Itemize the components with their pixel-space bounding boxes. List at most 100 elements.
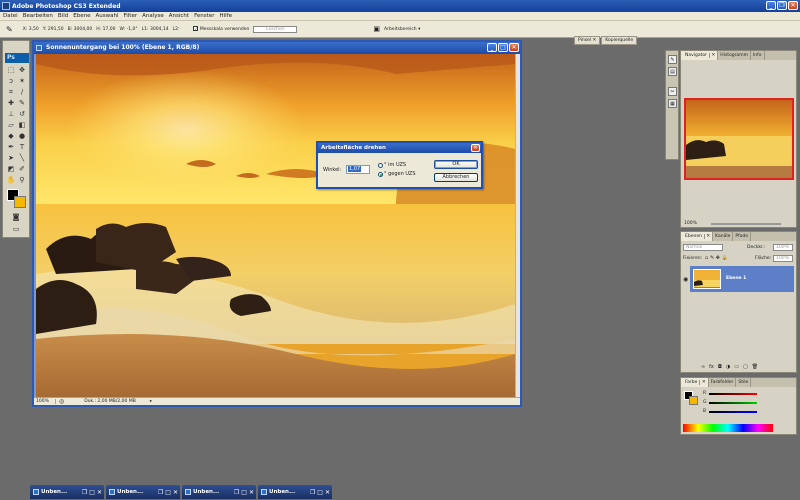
tab-clone-source[interactable]: Kopierquelle (601, 36, 638, 45)
history-brush-icon[interactable]: ↺ (17, 110, 27, 119)
brush-tool-icon[interactable]: ✎ (17, 99, 27, 108)
tab-brush[interactable]: Pinsel ✕ (574, 36, 601, 45)
close-icon[interactable]: ✕ (249, 489, 254, 496)
restore-icon[interactable]: ❐ (158, 489, 163, 496)
close-icon[interactable]: ✕ (788, 1, 798, 10)
tab-info[interactable]: Info (751, 51, 765, 60)
maximize-icon[interactable]: □ (317, 489, 323, 496)
tab-channels[interactable]: Kanäle (713, 232, 734, 241)
eyedropper-tool-icon[interactable]: ∕ (17, 88, 27, 97)
hand-tool-icon[interactable]: ✋ (6, 176, 16, 185)
ok-button[interactable]: OK (434, 160, 478, 169)
menu-filter[interactable]: Filter (123, 13, 137, 19)
counterclockwise-radio[interactable]: ° gegen UZS (378, 171, 416, 177)
brush-panel-icon[interactable]: ✎ (668, 55, 677, 64)
doc-close-icon[interactable]: ✕ (509, 43, 519, 52)
navigator-thumbnail[interactable] (684, 98, 794, 180)
line-tool-icon[interactable]: ╲ (17, 154, 27, 163)
navigator-zoom[interactable]: 100% (684, 221, 697, 226)
clockwise-radio[interactable]: ° im UZS (378, 162, 406, 168)
workspace-button[interactable]: Arbeitsbereich ▾ (384, 27, 420, 32)
background-color-swatch[interactable] (14, 196, 26, 208)
link-layers-icon[interactable]: ∞ (701, 364, 705, 370)
restore-icon[interactable]: ❐ (777, 1, 787, 10)
opacity-input[interactable]: 100% (773, 244, 793, 251)
angle-input[interactable]: 1,07 (346, 165, 370, 174)
workspace-icon[interactable]: ▣ (373, 25, 380, 33)
use-scale-checkbox[interactable]: ✓ Messskala verwenden (193, 26, 249, 32)
marquee-tool-icon[interactable]: ⬚ (6, 66, 16, 75)
menu-bild[interactable]: Bild (58, 13, 68, 19)
delete-layer-icon[interactable]: 🗑 (752, 364, 758, 370)
maximize-icon[interactable]: □ (165, 489, 171, 496)
pencil-tool-icon[interactable]: ✐ (17, 165, 27, 174)
pen-tool-icon[interactable]: ✒ (6, 143, 16, 152)
history-panel-icon[interactable]: ▦ (668, 99, 677, 108)
adjustment-layer-icon[interactable]: ◑ (726, 364, 730, 370)
menu-hilfe[interactable]: Hilfe (219, 13, 232, 19)
group-icon[interactable]: ▭ (734, 364, 739, 370)
layer-row-ebene-1[interactable]: Ebene 1 (690, 266, 794, 292)
gradient-tool-icon[interactable]: ◧ (17, 121, 27, 130)
color-spectrum-bar[interactable] (683, 424, 773, 432)
menu-fenster[interactable]: Fenster (194, 13, 214, 19)
dialog-close-icon[interactable]: ✕ (471, 144, 480, 152)
lock-icons[interactable]: ▫ ✎ ✥ 🔒 (705, 255, 728, 261)
tab-histogram[interactable]: Histogramm (718, 51, 751, 60)
quick-mask-icon[interactable]: ◙ (11, 213, 21, 222)
maximize-icon[interactable]: □ (241, 489, 247, 496)
healing-tool-icon[interactable]: ✚ (6, 99, 16, 108)
ruler-tool-icon[interactable]: ✎ (6, 25, 13, 34)
move-tool-icon[interactable]: ✥ (17, 66, 27, 75)
minimize-icon[interactable]: _ (766, 1, 776, 10)
cancel-button[interactable]: Abbrechen (434, 173, 478, 182)
status-menu-icon[interactable]: ◎ (59, 398, 64, 405)
restore-icon[interactable]: ❐ (234, 489, 239, 496)
r-slider[interactable] (709, 393, 757, 395)
new-layer-icon[interactable]: ▢ (743, 364, 748, 370)
screen-mode-icon[interactable]: ▭ (11, 225, 21, 234)
minimized-doc-4[interactable]: Unben... ❐ □ ✕ (258, 485, 332, 499)
navigator-zoom-slider[interactable] (711, 223, 781, 225)
minimized-doc-1[interactable]: Unben... ❐ □ ✕ (30, 485, 104, 499)
restore-icon[interactable]: ❐ (82, 489, 87, 496)
sunset-image-canvas[interactable] (36, 54, 515, 397)
color-bg-swatch[interactable] (689, 396, 698, 405)
restore-icon[interactable]: ❐ (310, 489, 315, 496)
doc-minimize-icon[interactable]: _ (487, 43, 497, 52)
vertical-scrollbar[interactable] (515, 54, 520, 397)
clear-button[interactable]: Löschen (253, 25, 298, 33)
b-slider[interactable] (709, 411, 757, 413)
dodge-tool-icon[interactable]: ● (17, 132, 27, 141)
stamp-tool-icon[interactable]: ⊥ (6, 110, 16, 119)
status-arrow-icon[interactable]: ▸ (150, 399, 152, 404)
close-icon[interactable]: ✕ (325, 489, 330, 496)
menu-analyse[interactable]: Analyse (142, 13, 164, 19)
lasso-tool-icon[interactable]: ↄ (6, 77, 16, 86)
minimized-doc-3[interactable]: Unben... ❐ □ ✕ (182, 485, 256, 499)
menu-datei[interactable]: Datei (3, 13, 18, 19)
tab-navigator[interactable]: Navigator ✕ (681, 51, 719, 60)
tool-presets-icon[interactable]: ✂ (668, 87, 677, 96)
eye-icon[interactable]: ◉ (683, 276, 688, 283)
tab-layers[interactable]: Ebenen ✕ (681, 232, 714, 241)
tab-styles[interactable]: Stile (736, 378, 752, 387)
fill-input[interactable]: 100% (773, 255, 793, 262)
blur-tool-icon[interactable]: ◆ (6, 132, 16, 141)
zoom-level[interactable]: 100% (34, 399, 56, 404)
magic-wand-icon[interactable]: ✶ (17, 77, 27, 86)
menu-bearbeiten[interactable]: Bearbeiten (23, 13, 53, 19)
menu-auswahl[interactable]: Auswahl (95, 13, 118, 19)
g-slider[interactable] (709, 402, 757, 404)
zoom-tool-icon[interactable]: ⚲ (17, 176, 27, 185)
close-icon[interactable]: ✕ (173, 489, 178, 496)
clone-panel-icon[interactable]: ▤ (668, 67, 677, 76)
layer-mask-icon[interactable]: ◘ (718, 364, 722, 370)
tab-color[interactable]: Farbe ✕ (681, 378, 709, 387)
path-select-icon[interactable]: ➤ (6, 154, 16, 163)
minimized-doc-2[interactable]: Unben... ❐ □ ✕ (106, 485, 180, 499)
blend-mode-select[interactable]: Normal (683, 244, 723, 251)
tab-swatches[interactable]: Farbfelder (709, 378, 737, 387)
doc-maximize-icon[interactable]: □ (498, 43, 508, 52)
crop-tool-icon[interactable]: ⌗ (6, 88, 16, 97)
